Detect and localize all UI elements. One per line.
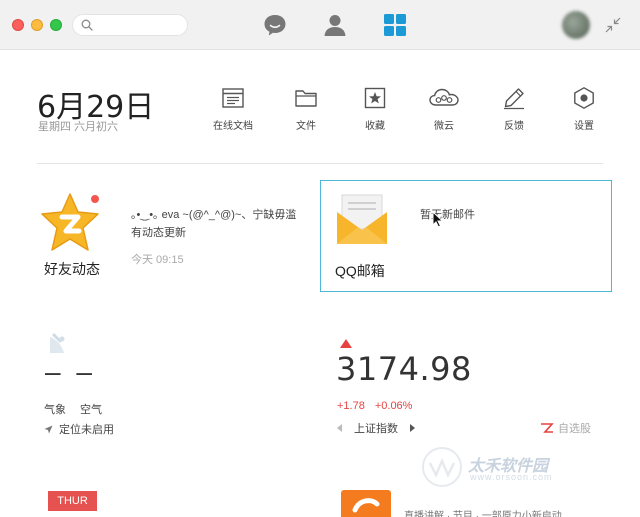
search-input[interactable]	[97, 17, 183, 33]
stock-change-percent: +0.06%	[374, 400, 413, 412]
search-icon	[81, 19, 93, 31]
shrink-window-icon[interactable]	[604, 16, 622, 34]
lunar-date: 星期四 六月初六	[38, 121, 119, 133]
weather-label: 气象	[44, 404, 66, 416]
tool-label: 反馈	[504, 121, 524, 132]
location-status-text: 定位未启用	[59, 424, 114, 436]
day-badge: THUR	[48, 491, 97, 511]
contacts-tab-icon[interactable]	[322, 12, 348, 38]
watchlist-link[interactable]: 自选股	[540, 420, 591, 436]
stock-up-arrow-icon	[340, 339, 352, 348]
weather-labels: 气象 空气	[44, 401, 102, 417]
tool-favorites[interactable]: 收藏	[345, 86, 405, 132]
stock-index-name: 上证指数	[354, 423, 398, 435]
mail-envelope-icon	[337, 194, 387, 244]
apps-tab-icon[interactable]	[382, 12, 408, 38]
feed-time: 今天 09:15	[131, 254, 184, 266]
news-app-logo-icon[interactable]	[341, 490, 391, 517]
tool-label: 设置	[574, 121, 594, 132]
weather-temperature: – –	[45, 356, 96, 387]
chat-tab-icon[interactable]	[262, 12, 288, 38]
location-arrow-icon	[44, 425, 53, 434]
tool-settings[interactable]: 设置	[554, 86, 614, 132]
tool-weiyun[interactable]: 微云	[414, 86, 474, 132]
star-bookmark-icon	[364, 87, 386, 109]
mail-status: 暂无新邮件	[420, 209, 475, 221]
weather-satellite-icon	[50, 333, 65, 353]
settings-icon	[574, 87, 594, 109]
stock-change-points: +1.78	[337, 400, 365, 412]
tool-files[interactable]: 文件	[276, 86, 336, 132]
tool-label: 文件	[296, 121, 316, 132]
previous-index-icon[interactable]	[337, 424, 342, 432]
feed-title: 好友动态	[44, 261, 100, 277]
search-box[interactable]	[72, 14, 188, 36]
feed-update-text: ｡•‿•｡ eva ~(@^_^@)~、宁缺毋滥有动态更新	[131, 209, 297, 239]
tool-feedback[interactable]: 反馈	[484, 86, 544, 132]
folder-icon	[295, 90, 317, 107]
divider	[37, 163, 603, 164]
air-quality-label: 空气	[80, 404, 102, 416]
mouse-cursor-icon	[432, 211, 444, 228]
watermark-logo-icon	[422, 447, 462, 487]
watermark-url: www.orsoon.com	[470, 472, 553, 482]
mail-title: QQ邮箱	[335, 263, 385, 279]
document-icon	[222, 88, 244, 108]
stock-change: +1.78 +0.06%	[337, 400, 412, 412]
maximize-window-button[interactable]	[50, 19, 62, 31]
watchlist-label: 自选股	[558, 423, 591, 435]
user-avatar[interactable]	[562, 11, 590, 39]
cloud-icon	[429, 88, 459, 106]
tool-online-docs[interactable]: 在线文档	[203, 86, 263, 132]
tool-label: 收藏	[365, 121, 385, 132]
tool-label: 微云	[434, 121, 454, 132]
tool-label: 在线文档	[213, 121, 253, 132]
location-status[interactable]: 定位未启用	[44, 421, 114, 437]
minimize-window-button[interactable]	[31, 19, 43, 31]
news-text: 直播讲解 · 节目 · 一部原力小新启动	[404, 511, 562, 517]
qq-mail-card[interactable]: QQ邮箱 暂无新邮件	[320, 180, 612, 292]
close-window-button[interactable]	[12, 19, 24, 31]
stock-trend-icon	[541, 423, 554, 433]
title-bar	[0, 0, 640, 50]
stock-index-switcher: 上证指数	[337, 420, 415, 436]
notification-dot	[91, 195, 99, 203]
stock-index-value: 3174.98	[336, 350, 472, 388]
qq-main-window: 6月29日 星期四 六月初六 在线文档 文件 收藏 微云 反馈 设置 好友动态 …	[0, 0, 640, 517]
next-index-icon[interactable]	[410, 424, 415, 432]
pen-icon	[504, 88, 524, 110]
